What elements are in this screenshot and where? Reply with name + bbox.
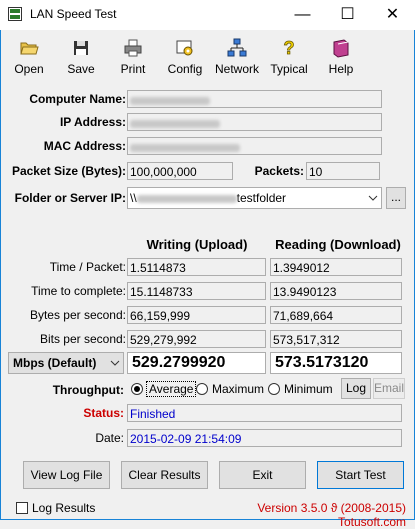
ip-address-label: IP Address: [59,115,126,129]
maximum-radio[interactable] [196,383,208,395]
folder-server-combobox[interactable]: \\ testfolder [127,187,382,209]
redacted-value [130,96,210,105]
date-value: 2015-02-09 21:54:09 [127,429,402,447]
unit-select[interactable]: Mbps (Default) [8,352,124,374]
status-value: Finished [127,404,402,422]
log-results-label[interactable]: Log Results [32,501,95,515]
folder-open-icon [20,42,39,55]
date-label: Date: [95,431,124,445]
browse-button[interactable]: ... [386,187,406,209]
reading-header: Reading (Download) [275,237,401,252]
minimum-label[interactable]: Minimum [284,382,333,396]
toolbar-open-label: Open [14,62,44,76]
time-to-complete-write: 15.1148733 [127,282,266,300]
throughput-label: Throughput: [52,383,124,397]
folder-label: Folder or Server IP: [14,191,126,205]
version-text: Version 3.5.0 ϑ (2008-2015) Totusoft.com [257,501,406,529]
chevron-down-icon[interactable] [110,359,120,367]
question-mark-icon: ? [283,38,295,59]
average-radio[interactable] [131,383,143,395]
toolbar-save-button[interactable]: Save [54,34,108,76]
minimum-radio[interactable] [268,383,280,395]
toolbar-print-button[interactable]: Print [106,34,160,76]
bytes-per-second-label: Bytes per second: [29,308,126,322]
computer-name-label: Computer Name: [29,92,126,106]
toolbar-typical-button[interactable]: ? Typical [262,34,316,76]
redacted-value [130,143,240,152]
toolbar-print-label: Print [120,62,146,76]
computer-name-field [127,90,382,108]
time-to-complete-label: Time to complete: [31,284,126,298]
log-results-checkbox[interactable] [16,502,28,514]
writing-header: Writing (Upload) [146,237,248,252]
exit-button[interactable]: Exit [219,461,306,489]
ip-address-field [127,113,382,131]
start-test-button[interactable]: Start Test [317,461,404,489]
mbps-read-value: 573.5173120 [270,352,402,374]
time-per-packet-write: 1.5114873 [127,258,266,276]
redacted-value [130,119,220,128]
packet-size-label: Packet Size (Bytes): [11,164,126,178]
toolbar-network-button[interactable]: Network [210,34,264,76]
toolbar-help-button[interactable]: Help [314,34,368,76]
packet-size-field[interactable]: 100,000,000 [127,162,233,180]
view-log-file-button[interactable]: View Log File [23,461,110,489]
redacted-value [136,194,237,203]
unit-select-value: Mbps (Default) [13,356,97,370]
maximize-button[interactable]: ☐ [325,0,370,30]
toolbar-help-label: Help [328,62,354,76]
toolbar-typical-label: Typical [270,62,308,76]
packets-field[interactable]: 10 [306,162,380,180]
mbps-write-value: 529.2799920 [127,352,266,374]
floppy-disk-icon [74,41,88,55]
toolbar-save-label: Save [67,62,95,76]
bytes-per-second-write: 66,159,999 [127,306,266,324]
mac-address-field [127,137,382,155]
svg-text:?: ? [284,38,295,58]
bits-per-second-read: 573,517,312 [270,330,402,348]
average-label[interactable]: Average [146,381,197,397]
toolbar-config-button[interactable]: Config [158,34,212,76]
time-per-packet-label: Time / Packet: [49,260,126,274]
status-label: Status: [83,406,124,420]
folder-prefix: \\ [130,191,137,205]
mac-address-label: MAC Address: [43,139,126,153]
network-icon [227,38,247,57]
config-gear-icon [176,40,193,56]
bytes-per-second-read: 71,689,664 [270,306,402,324]
chevron-down-icon[interactable] [368,194,378,202]
help-book-icon [333,39,349,58]
email-button[interactable]: Email [373,378,405,399]
app-icon [8,7,22,21]
log-button[interactable]: Log [341,378,371,399]
maximum-label[interactable]: Maximum [212,382,264,396]
minimize-button[interactable]: — [280,0,325,30]
printer-icon [124,39,142,57]
bits-per-second-label: Bits per second: [39,332,126,346]
toolbar-open-button[interactable]: Open [2,34,56,76]
window-title: LAN Speed Test [30,7,117,21]
time-to-complete-read: 13.9490123 [270,282,402,300]
bits-per-second-write: 529,279,992 [127,330,266,348]
toolbar-config-label: Config [167,62,203,76]
time-per-packet-read: 1.3949012 [270,258,402,276]
close-button[interactable]: ✕ [370,0,415,30]
toolbar-network-label: Network [214,62,259,76]
packets-label: Packets: [254,164,304,178]
folder-suffix: testfolder [236,191,287,205]
clear-results-button[interactable]: Clear Results [121,461,208,489]
